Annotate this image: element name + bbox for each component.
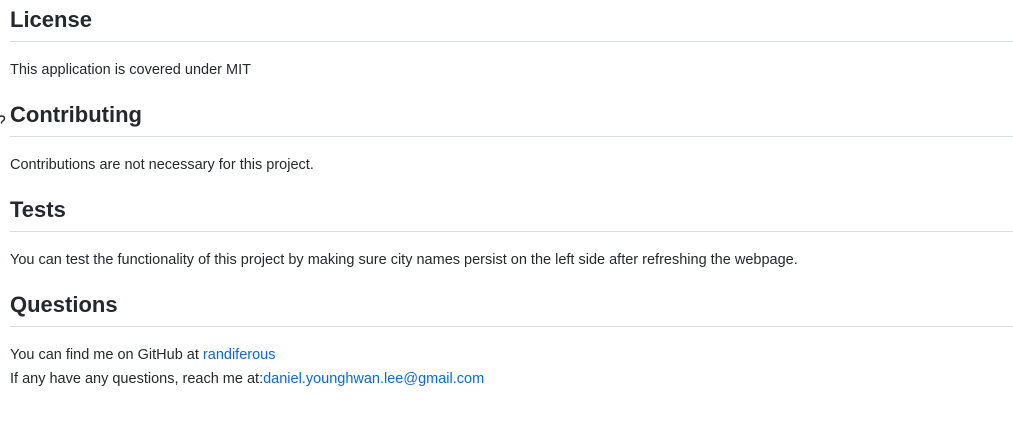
tests-heading: Tests: [10, 190, 1013, 232]
readme-content: License This application is covered unde…: [0, 0, 1013, 404]
questions-section: Questions You can find me on GitHub at r…: [10, 285, 1013, 404]
github-line: You can find me on GitHub at randiferous: [10, 343, 1013, 367]
email-line: If any have any questions, reach me at:d…: [10, 367, 1013, 391]
email-link[interactable]: daniel.younghwan.lee@gmail.com: [263, 371, 484, 387]
github-prefix-text: You can find me on GitHub at: [10, 347, 203, 363]
contributing-heading: Contributing: [0, 95, 1013, 137]
link-icon[interactable]: [0, 106, 7, 124]
email-prefix-text: If any have any questions, reach me at:: [10, 371, 264, 387]
license-section: License This application is covered unde…: [10, 0, 1013, 95]
contributing-section: Contributing Contributions are not neces…: [0, 95, 1013, 190]
tests-text: You can test the functionality of this p…: [10, 252, 798, 268]
questions-heading: Questions: [10, 285, 1013, 327]
license-heading: License: [10, 0, 1013, 42]
contributing-text: Contributions are not necessary for this…: [10, 157, 314, 173]
license-text: This application is covered under MIT: [10, 62, 251, 78]
github-profile-link[interactable]: randiferous: [203, 347, 276, 363]
tests-section: Tests You can test the functionality of …: [10, 190, 1013, 285]
